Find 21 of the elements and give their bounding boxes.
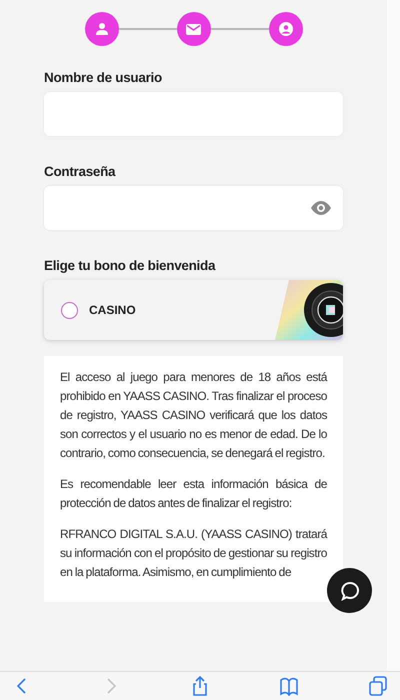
eye-icon[interactable] — [311, 201, 331, 215]
radio-button[interactable] — [61, 302, 78, 318]
profile-icon — [278, 22, 292, 36]
book-icon — [279, 676, 299, 696]
section-label: Elige tu bono de bienvenida — [44, 258, 217, 273]
mail-icon — [186, 24, 201, 34]
info-paragraph: Es recomendable leer esta información básica de protección de datos antes de finalizar el registro: — [60, 476, 327, 512]
info-paragraph: El acceso al juego para menores de 18 años está prohibido en YAASS CASINO. Tras finalizar el proceso de registro, YAASS CASINO verificará que los datos son correctos y el usuario no es menor de edad. De lo contrario, como consecuencia, se denegará el registro. — [60, 369, 327, 462]
info-paragraph: RFRANCO DIGITAL S.A.U. (YAASS CASINO) tratará su información con el propósito de gestionar su registro en la plataforma. Asimismo, en cumplimiento de — [60, 526, 327, 581]
field-label: Contraseña — [44, 164, 117, 179]
user-icon — [94, 22, 108, 36]
share-icon — [190, 676, 210, 696]
tabs-button[interactable] — [368, 676, 388, 696]
share-button[interactable] — [190, 676, 210, 696]
chat-icon — [340, 580, 360, 600]
option-label: CASINO — [89, 303, 137, 317]
password-field[interactable] — [44, 186, 343, 230]
field-label: Nombre de usuario — [44, 70, 163, 85]
bonus-card[interactable]: CASINO — [44, 280, 343, 340]
bookmarks-button[interactable] — [279, 676, 299, 696]
tabs-icon — [368, 676, 388, 696]
